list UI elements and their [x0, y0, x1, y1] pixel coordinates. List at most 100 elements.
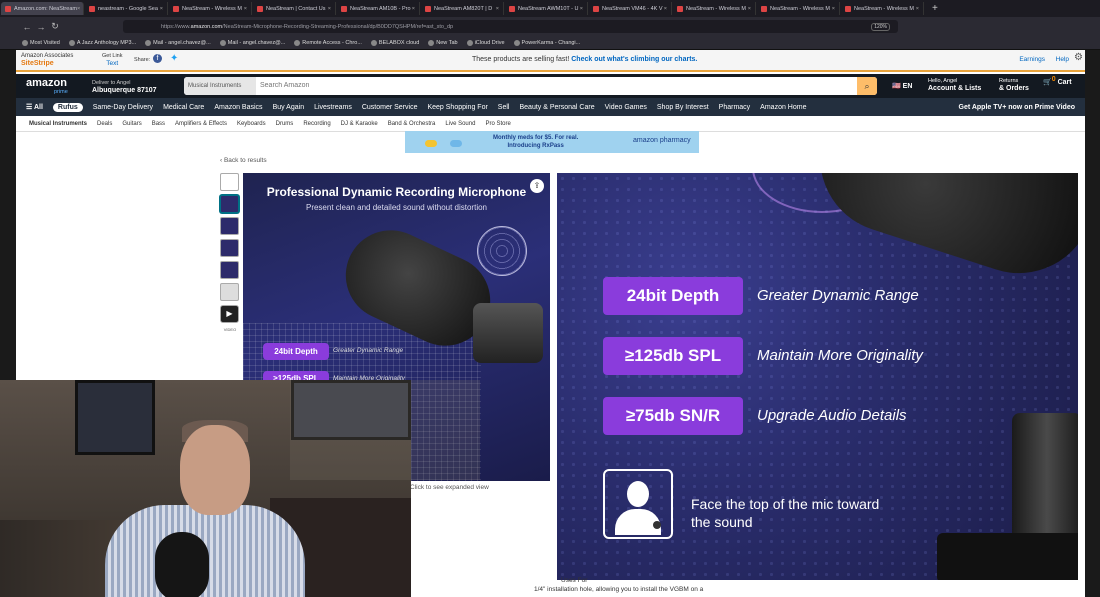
back-to-results-link[interactable]: ‹ Back to results	[220, 157, 267, 164]
text-link[interactable]: Text	[106, 60, 118, 67]
browser-tab-active[interactable]: Amazon.com: NeaStream ×	[1, 2, 84, 15]
help-link[interactable]: Help	[1056, 56, 1069, 63]
thumbnail[interactable]	[220, 173, 239, 191]
browser-tab[interactable]: NeaStream - Wireless M ×	[169, 2, 252, 15]
category-nav-item[interactable]: Live Sound	[445, 121, 475, 127]
category-nav-item[interactable]: Guitars	[122, 121, 141, 127]
browser-tab[interactable]: NeaStream AWM10T - U ×	[505, 2, 588, 15]
bookmark-item[interactable]: New Tab	[428, 39, 458, 46]
bookmark-item[interactable]: BELABOX cloud	[370, 39, 419, 46]
category-nav-item[interactable]: Keyboards	[237, 121, 266, 127]
category-nav-item[interactable]: Deals	[97, 121, 112, 127]
search-category-select[interactable]: Musical Instruments	[184, 77, 256, 95]
share-icon[interactable]: ⇪	[530, 179, 544, 193]
category-nav-item[interactable]: Recording	[303, 121, 330, 127]
returns-orders[interactable]: Returns & Orders	[999, 78, 1029, 93]
nav-item[interactable]: Amazon Home	[760, 104, 806, 111]
all-menu-button[interactable]: ☰ All	[26, 103, 43, 111]
charts-link[interactable]: Check out what's climbing our charts.	[571, 56, 697, 63]
category-nav-item[interactable]: Drums	[276, 121, 294, 127]
thumbnail-selected[interactable]	[220, 195, 239, 213]
close-icon[interactable]: ×	[160, 6, 163, 12]
facebook-icon[interactable]: f	[153, 54, 162, 63]
favicon-icon	[341, 5, 347, 12]
close-icon[interactable]: ×	[580, 6, 583, 12]
browser-tab[interactable]: NeaStream | Contact Us ×	[253, 2, 336, 15]
close-icon[interactable]: ×	[496, 6, 499, 12]
bookmark-item[interactable]: iCloud Drive	[466, 39, 505, 46]
nav-item[interactable]: Customer Service	[362, 104, 418, 111]
browser-tab[interactable]: NeaStream - Wireless M ×	[841, 2, 924, 15]
thumbnail[interactable]	[220, 239, 239, 257]
nav-item[interactable]: Same-Day Delivery	[93, 104, 153, 111]
feature-desc: Maintain More Originality	[757, 347, 923, 364]
close-icon[interactable]: ×	[412, 6, 415, 12]
cart-button[interactable]: 🛒0 Cart	[1043, 76, 1072, 86]
close-icon[interactable]: ×	[748, 6, 751, 12]
url-field[interactable]: https://www. amazon.com/NeaStream-Microph…	[123, 20, 898, 33]
browser-tab[interactable]: NeaStream - Wireless M ×	[673, 2, 756, 15]
nav-item[interactable]: Amazon Basics	[214, 104, 262, 111]
pharmacy-banner[interactable]: Monthly meds for $5. For real. Introducin…	[405, 131, 699, 153]
close-icon[interactable]: ×	[832, 6, 835, 12]
close-icon[interactable]: ×	[77, 6, 80, 12]
browser-tab[interactable]: neastream - Google Sea ×	[85, 2, 168, 15]
bookmark-item[interactable]: Remote Access - Chro...	[294, 39, 362, 46]
thumbnail[interactable]	[220, 217, 239, 235]
earnings-link[interactable]: Earnings	[1019, 56, 1045, 63]
close-icon[interactable]: ×	[328, 6, 331, 12]
twitter-icon[interactable]: ✦	[170, 54, 178, 64]
bookmark-item[interactable]: Mail - angel.chavez@...	[219, 39, 285, 46]
browser-tab[interactable]: NeaStream AM820T | D ×	[421, 2, 504, 15]
category-nav-item[interactable]: Amplifiers & Effects	[175, 121, 227, 127]
language-select[interactable]: 🇺🇸 EN	[892, 82, 912, 90]
back-icon[interactable]: ←	[20, 22, 34, 32]
bookmark-item[interactable]: Most Visited	[22, 39, 60, 46]
close-icon[interactable]: ×	[664, 6, 667, 12]
category-nav-item[interactable]: Pro Store	[485, 121, 510, 127]
prime-video-promo[interactable]: Get Apple TV+ now on Prime Video	[959, 104, 1076, 111]
tab-label: NeaStream - Wireless M	[182, 5, 242, 12]
deliver-to[interactable]: Deliver to Angel Albuquerque 87107	[92, 79, 157, 95]
forward-icon[interactable]: →	[34, 22, 48, 32]
nav-item[interactable]: Shop By Interest	[657, 104, 709, 111]
nav-item[interactable]: Pharmacy	[719, 104, 751, 111]
nav-item[interactable]: Beauty & Personal Care	[519, 104, 594, 111]
category-nav-item[interactable]: Band & Orchestra	[388, 121, 436, 127]
nav-item[interactable]: Livestreams	[314, 104, 352, 111]
close-icon[interactable]: ×	[244, 6, 247, 12]
thumbnail[interactable]	[220, 261, 239, 279]
close-icon[interactable]: ×	[916, 6, 919, 12]
browser-tab[interactable]: NeaStream AM10B - Pro ×	[337, 2, 420, 15]
nav-item[interactable]: Keep Shopping For	[427, 104, 487, 111]
amazon-logo[interactable]: amazon prime	[26, 78, 68, 97]
bookmark-item[interactable]: PowerKarma - Changi...	[513, 39, 580, 46]
search-icon[interactable]: ⌕	[857, 77, 877, 95]
nav-item[interactable]: Buy Again	[273, 104, 305, 111]
get-link[interactable]: Get Link Text	[102, 52, 122, 68]
nav-item[interactable]: Video Games	[605, 104, 647, 111]
rufus-button[interactable]: Rufus	[52, 102, 83, 112]
browser-tab[interactable]: NeaStream - Wireless M ×	[757, 2, 840, 15]
bookmark-item[interactable]: Mail - angel.chavez@...	[145, 39, 211, 46]
favicon-icon	[593, 5, 599, 12]
browser-tab[interactable]: NeaStream VM46 - 4K V ×	[589, 2, 672, 15]
browser-url-bar: ← → ↻ https://www. amazon.com/NeaStream-M…	[0, 17, 1100, 36]
new-tab-button[interactable]: +	[932, 3, 938, 14]
gear-icon[interactable]: ⚙	[1074, 52, 1083, 63]
video-label: VIDEO	[223, 327, 237, 332]
category-nav-item[interactable]: Musical Instruments	[29, 121, 87, 127]
category-nav-item[interactable]: DJ & Karaoke	[341, 121, 378, 127]
thumbnail[interactable]	[220, 283, 239, 301]
video-thumbnail[interactable]: ▶	[220, 305, 239, 323]
reload-icon[interactable]: ↻	[48, 21, 62, 32]
bookmark-item[interactable]: A Jazz Anthology MP3...	[68, 39, 136, 46]
nav-item[interactable]: Sell	[498, 104, 510, 111]
mic-base-graphic	[937, 533, 1078, 580]
category-nav-item[interactable]: Bass	[152, 121, 165, 127]
bookmark-icon	[466, 39, 473, 46]
search-input[interactable]	[260, 77, 820, 95]
account-menu[interactable]: Hello, Angel Account & Lists	[928, 78, 981, 93]
nav-item[interactable]: Medical Care	[163, 104, 204, 111]
zoom-indicator[interactable]: 120%	[871, 22, 890, 31]
